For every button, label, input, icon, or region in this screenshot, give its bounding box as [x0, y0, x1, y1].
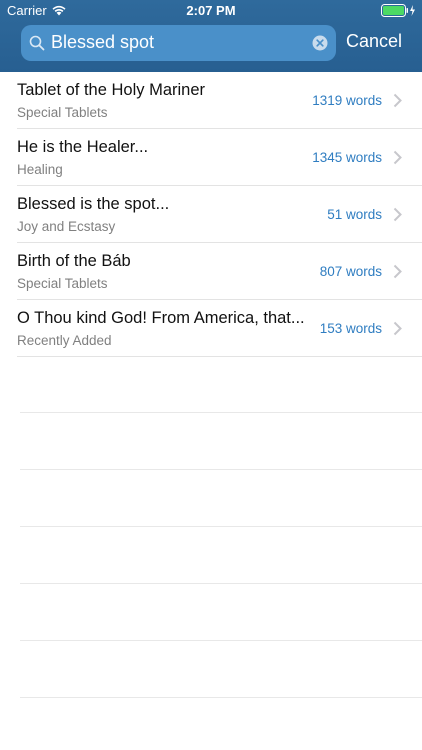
list-item[interactable]: Tablet of the Holy Mariner Special Table… — [17, 72, 422, 129]
list-item-title: Tablet of the Holy Mariner — [17, 81, 206, 99]
clear-search-icon[interactable] — [312, 35, 328, 51]
status-time: 2:07 PM — [186, 3, 236, 18]
list-item-title: O Thou kind God! From America, that... — [17, 309, 305, 327]
list-item-word-count: 807 words — [319, 264, 382, 279]
empty-row-separator — [20, 527, 422, 584]
battery-charging-icon — [381, 4, 415, 17]
list-item-word-count: 153 words — [319, 321, 382, 336]
empty-list-area — [20, 356, 422, 698]
chevron-right-icon — [393, 321, 402, 336]
list-item-category: Special Tablets — [17, 105, 108, 120]
empty-row-separator — [20, 641, 422, 698]
list-item-word-count: 1345 words — [312, 150, 382, 165]
empty-row-separator — [20, 356, 422, 413]
empty-row-separator — [20, 413, 422, 470]
chevron-right-icon — [393, 93, 402, 108]
status-bar: Carrier 2:07 PM — [0, 0, 422, 22]
list-item-title: He is the Healer... — [17, 138, 149, 156]
search-input[interactable]: Blessed spot — [51, 32, 154, 53]
list-item-word-count: 51 words — [327, 207, 382, 222]
list-item-category: Special Tablets — [17, 276, 108, 291]
search-field[interactable]: Blessed spot — [21, 25, 336, 61]
chevron-right-icon — [393, 264, 402, 279]
list-item[interactable]: O Thou kind God! From America, that... R… — [17, 300, 422, 357]
list-item-word-count: 1319 words — [312, 93, 382, 108]
list-item[interactable]: Blessed is the spot... Joy and Ecstasy 5… — [17, 186, 422, 243]
empty-row-separator — [20, 584, 422, 641]
search-results-list: Tablet of the Holy Mariner Special Table… — [0, 72, 422, 357]
list-item[interactable]: Birth of the Báb Special Tablets 807 wor… — [17, 243, 422, 300]
empty-row-separator — [20, 470, 422, 527]
list-item[interactable]: He is the Healer... Healing 1345 words — [17, 129, 422, 186]
navigation-header: Carrier 2:07 PM Blessed spot Cancel — [0, 0, 422, 72]
search-icon — [29, 35, 45, 51]
list-item-title: Birth of the Báb — [17, 252, 131, 270]
list-item-category: Joy and Ecstasy — [17, 219, 116, 234]
list-item-title: Blessed is the spot... — [17, 195, 170, 213]
chevron-right-icon — [393, 207, 402, 222]
list-item-category: Healing — [17, 162, 63, 177]
cancel-button[interactable]: Cancel — [346, 31, 402, 52]
list-item-category: Recently Added — [17, 333, 112, 348]
chevron-right-icon — [393, 150, 402, 165]
